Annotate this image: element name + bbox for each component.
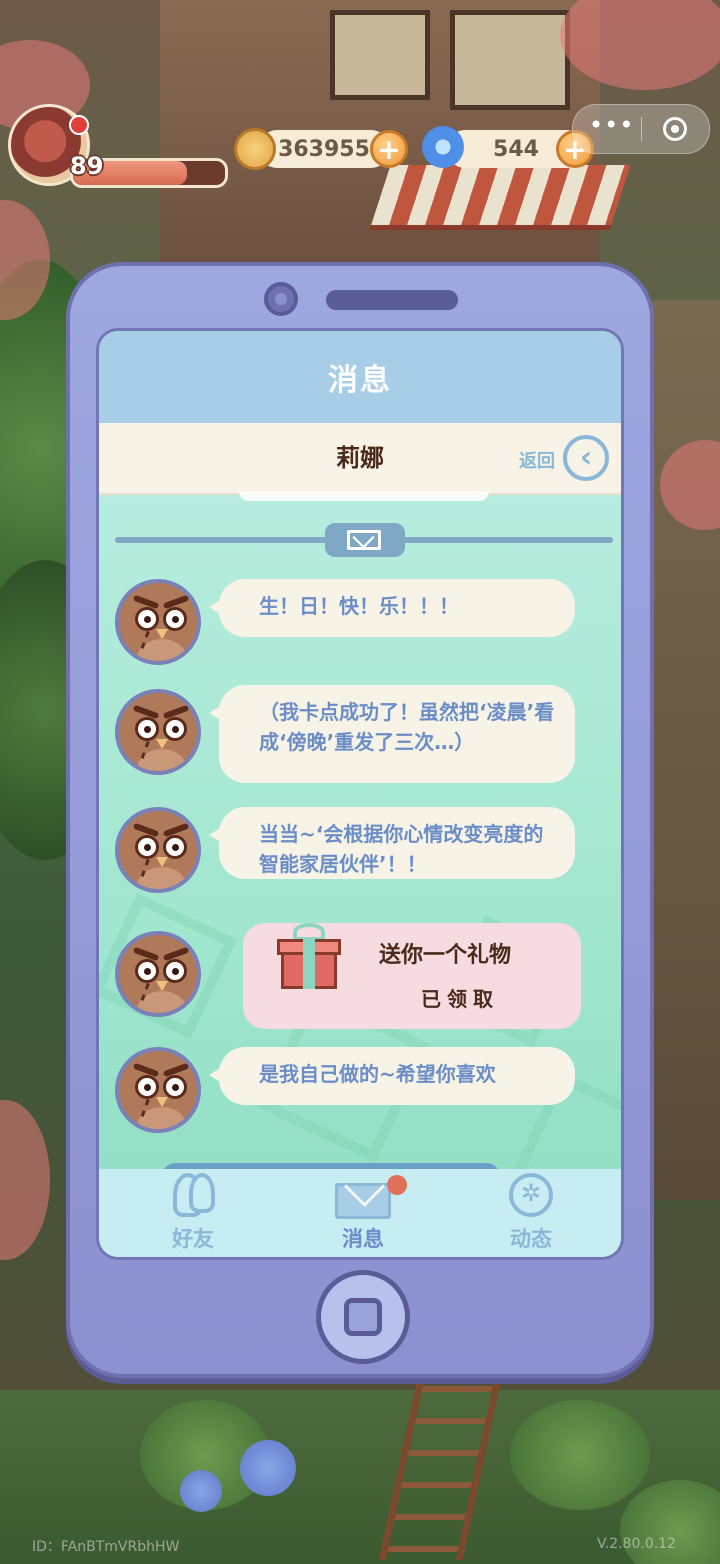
gift-card[interactable]: 送你一个礼物 已领取: [243, 923, 581, 1029]
message-bubble: （我卡点成功了！虽然把‘凌晨’看成‘傍晚’重发了三次…）: [209, 685, 575, 783]
screen-title: 消息: [99, 331, 621, 423]
list-item: （我卡点成功了！虽然把‘凌晨’看成‘傍晚’重发了三次…）: [115, 685, 615, 785]
speaker-slot: [326, 290, 458, 310]
tab-moments[interactable]: 动态: [471, 1173, 591, 1257]
gift-ribbon: [303, 939, 315, 989]
swirl-gem-icon: [422, 126, 464, 168]
tab-bar: 好友 消息 动态: [99, 1169, 621, 1257]
coin-icon: [234, 128, 276, 170]
notification-dot: [69, 115, 89, 135]
more-icon[interactable]: •••: [589, 111, 633, 139]
tab-label: 消息: [342, 1227, 384, 1251]
list-item: 是我自己做的~希望你喜欢: [115, 1047, 615, 1137]
owl-avatar-icon[interactable]: [115, 807, 201, 893]
phone-screen: 消息 莉娜 返回 ‹ 生！日！快！乐！！！ （我卡点成功了！虽然把‘凌晨’看成‘…: [96, 328, 624, 1260]
message-bubble: 生！日！快！乐！！！: [209, 579, 575, 637]
version-label: V.2.80.0.12: [596, 1536, 676, 1552]
awning: [369, 165, 631, 230]
home-square-icon: [344, 1298, 382, 1336]
previous-message-peek: [239, 491, 489, 501]
gift-status: 已领取: [421, 987, 499, 1011]
owl-avatar-icon[interactable]: [115, 1047, 201, 1133]
phone-frame: 消息 莉娜 返回 ‹ 生！日！快！乐！！！ （我卡点成功了！虽然把‘凌晨’看成‘…: [66, 262, 654, 1378]
home-button[interactable]: [316, 1270, 410, 1364]
owl-avatar-icon[interactable]: [115, 579, 201, 665]
camera-icon: [264, 282, 298, 316]
tab-friends[interactable]: 好友: [133, 1173, 253, 1257]
chat-header: 莉娜 返回 ‹: [99, 423, 621, 495]
list-item: 送你一个礼物 已领取: [115, 923, 615, 1033]
close-target-icon[interactable]: [663, 117, 687, 141]
tab-label: 好友: [172, 1227, 214, 1251]
owl-avatar-icon[interactable]: [115, 689, 201, 775]
back-label[interactable]: 返回: [519, 447, 555, 473]
tab-label: 动态: [510, 1227, 552, 1251]
unread-badge: [387, 1175, 407, 1195]
list-item: 生！日！快！乐！！！: [115, 579, 615, 669]
gem-amount: 544: [493, 136, 539, 162]
gift-title: 送你一个礼物: [379, 943, 512, 968]
moments-icon: [509, 1173, 553, 1217]
player-id: ID：FAnBTmVRbhHW: [32, 1539, 180, 1555]
owl-avatar-icon[interactable]: [115, 931, 201, 1017]
add-coins-button[interactable]: +: [370, 130, 408, 168]
chevron-left-icon[interactable]: ‹: [563, 435, 609, 481]
message-bubble: 是我自己做的~希望你喜欢: [209, 1047, 575, 1105]
mail-icon: [335, 1183, 391, 1219]
message-bubble: 当当~‘会根据你心情改变亮度的智能家居伙伴’！！: [209, 807, 575, 879]
coin-amount: 363955: [278, 136, 370, 162]
list-item: 当当~‘会根据你心情改变亮度的智能家居伙伴’！！: [115, 807, 615, 897]
miniprogram-capsule: •••: [572, 104, 710, 154]
player-level: 89: [70, 152, 104, 180]
envelope-icon: [325, 523, 405, 557]
tab-messages[interactable]: 消息: [303, 1173, 423, 1257]
